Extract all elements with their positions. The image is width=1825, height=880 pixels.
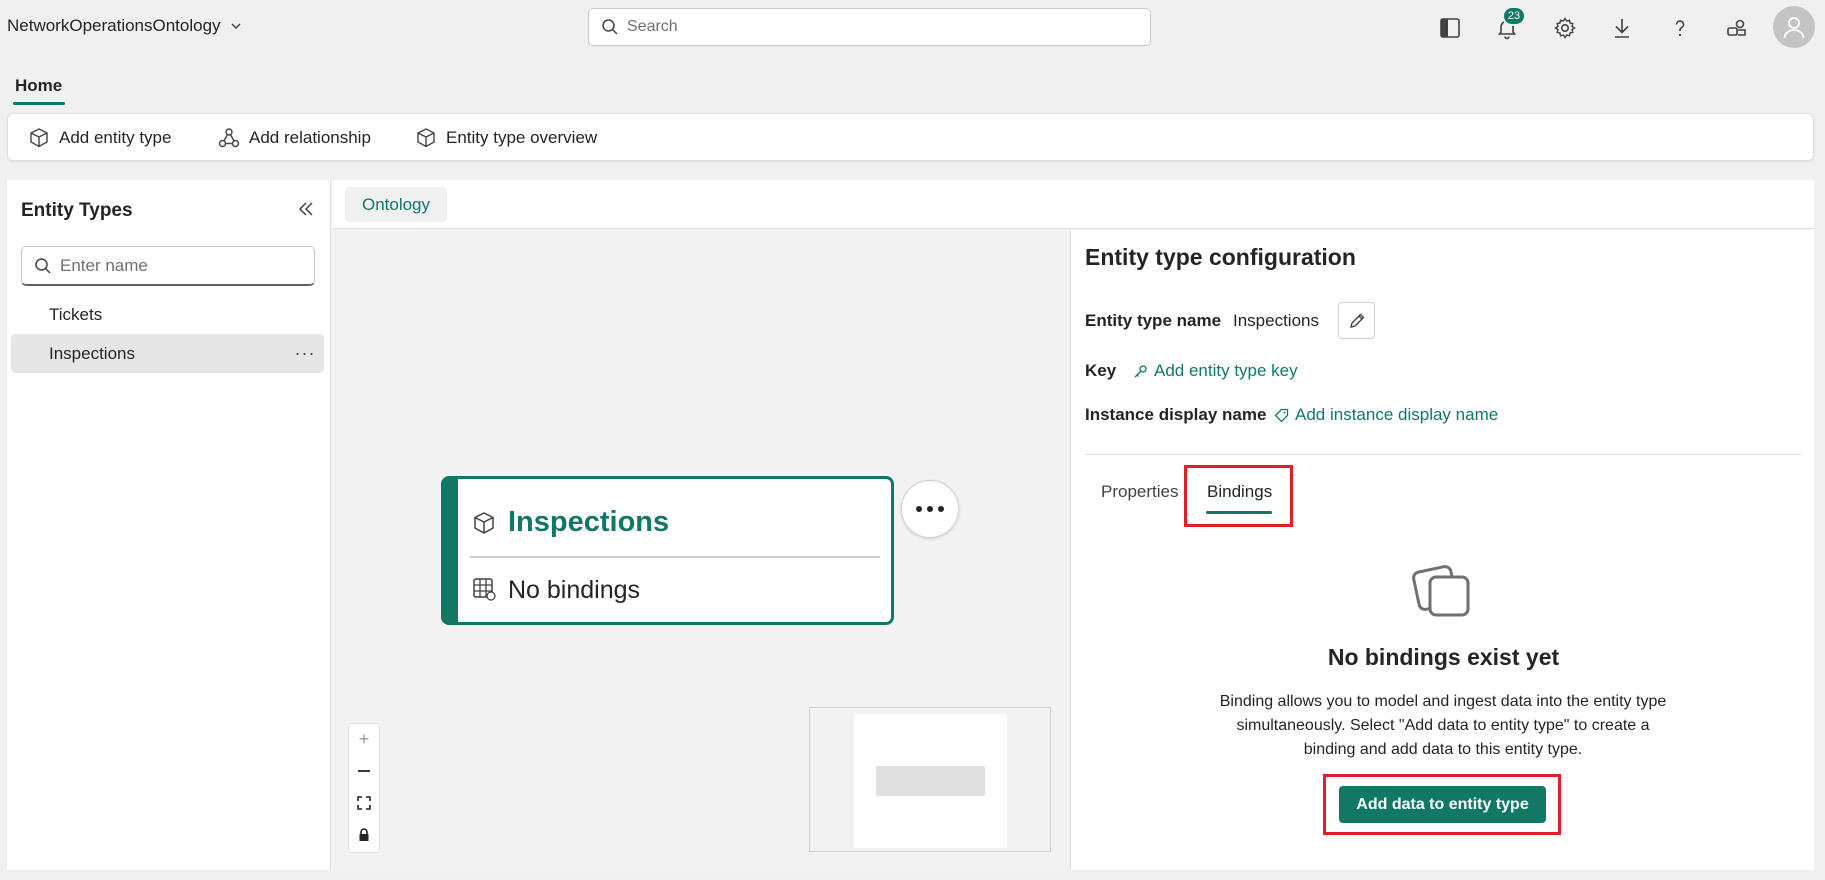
fit-view-icon xyxy=(357,796,371,810)
cube-icon xyxy=(474,512,494,534)
entity-search-field[interactable] xyxy=(21,246,315,286)
minimap-node xyxy=(876,766,985,796)
node-divider xyxy=(470,556,880,558)
zoom-in-button[interactable]: + xyxy=(350,724,378,754)
minus-icon xyxy=(358,770,370,772)
entity-item-label: Tickets xyxy=(49,304,103,324)
relationship-icon xyxy=(218,128,240,148)
zoom-out-button[interactable] xyxy=(350,756,378,786)
key-label: Key xyxy=(1085,361,1117,380)
download-icon[interactable] xyxy=(1607,13,1637,43)
add-instance-display-name-link[interactable]: Add instance display name xyxy=(1274,405,1498,425)
node-more-button[interactable] xyxy=(901,480,959,538)
entity-type-overview-label: Entity type overview xyxy=(446,128,598,147)
empty-state-description: Binding allows you to model and ingest d… xyxy=(1219,693,1667,758)
lock-icon xyxy=(359,828,369,841)
add-entity-type-button[interactable]: Add entity type xyxy=(28,124,171,152)
cube-icon xyxy=(30,128,48,148)
user-icon xyxy=(1783,17,1805,39)
entity-more-button[interactable]: ··· xyxy=(295,340,315,366)
tab-home[interactable]: Home xyxy=(15,76,62,96)
entity-item-label: Inspections xyxy=(49,343,135,363)
entity-node-title: Inspections xyxy=(508,506,670,538)
entity-item-tickets[interactable]: Tickets xyxy=(11,295,324,334)
add-instance-display-name-label: Add instance display name xyxy=(1295,405,1499,424)
ellipsis-icon xyxy=(916,506,944,512)
entity-node-bindings: No bindings xyxy=(508,576,641,604)
entity-search-input[interactable] xyxy=(60,255,300,276)
chevron-down-icon xyxy=(231,23,241,30)
add-entity-type-label: Add entity type xyxy=(59,128,172,147)
add-data-button-highlight xyxy=(1323,774,1561,835)
lock-button[interactable] xyxy=(350,820,378,850)
table-icon xyxy=(473,578,496,601)
entity-name-value: Inspections xyxy=(1233,311,1319,330)
share-icon[interactable] xyxy=(1722,13,1752,43)
key-icon xyxy=(1134,364,1147,377)
entity-item-inspections[interactable]: Inspections xyxy=(11,334,324,373)
tab-home-indicator xyxy=(13,102,65,105)
tab-strip xyxy=(332,180,1814,229)
edit-name-button[interactable] xyxy=(1338,302,1375,339)
entity-name-label: Entity type name xyxy=(1085,311,1222,330)
empty-state-title: No bindings exist yet xyxy=(1327,644,1560,670)
pencil-icon xyxy=(1349,313,1364,328)
bindings-tab-highlight xyxy=(1184,465,1293,527)
search-icon xyxy=(602,19,618,35)
entity-types-title: Entity Types xyxy=(21,200,133,221)
notification-badge: 23 xyxy=(1502,6,1526,26)
workspace-switcher[interactable]: NetworkOperationsOntology xyxy=(7,16,243,36)
add-entity-type-key-label: Add entity type key xyxy=(1154,361,1298,380)
global-search-input[interactable] xyxy=(627,18,1127,36)
avatar[interactable] xyxy=(1773,6,1815,48)
gear-icon[interactable] xyxy=(1550,13,1580,43)
config-divider xyxy=(1085,454,1802,455)
entity-type-overview-button[interactable]: Entity type overview xyxy=(415,124,597,152)
tab-properties[interactable]: Properties xyxy=(1101,482,1178,502)
stacked-squares-icon xyxy=(1412,565,1470,617)
tag-icon xyxy=(1274,408,1289,422)
cube-icon xyxy=(417,128,435,148)
collapse-panel-button[interactable] xyxy=(294,197,318,221)
panel-icon[interactable] xyxy=(1435,13,1465,43)
search-icon xyxy=(35,257,51,274)
global-search[interactable] xyxy=(588,8,1151,46)
add-relationship-button[interactable]: Add relationship xyxy=(218,124,371,152)
app-title: NetworkOperationsOntology xyxy=(7,16,221,35)
add-entity-type-key-link[interactable]: Add entity type key xyxy=(1133,361,1298,381)
config-title: Entity type configuration xyxy=(1085,244,1356,270)
instance-display-label: Instance display name xyxy=(1085,405,1267,424)
add-relationship-label: Add relationship xyxy=(249,128,371,147)
help-icon[interactable] xyxy=(1665,13,1695,43)
fit-view-button[interactable] xyxy=(350,788,378,818)
double-chevron-left-icon xyxy=(298,202,313,216)
tab-ontology[interactable]: Ontology xyxy=(345,187,447,222)
